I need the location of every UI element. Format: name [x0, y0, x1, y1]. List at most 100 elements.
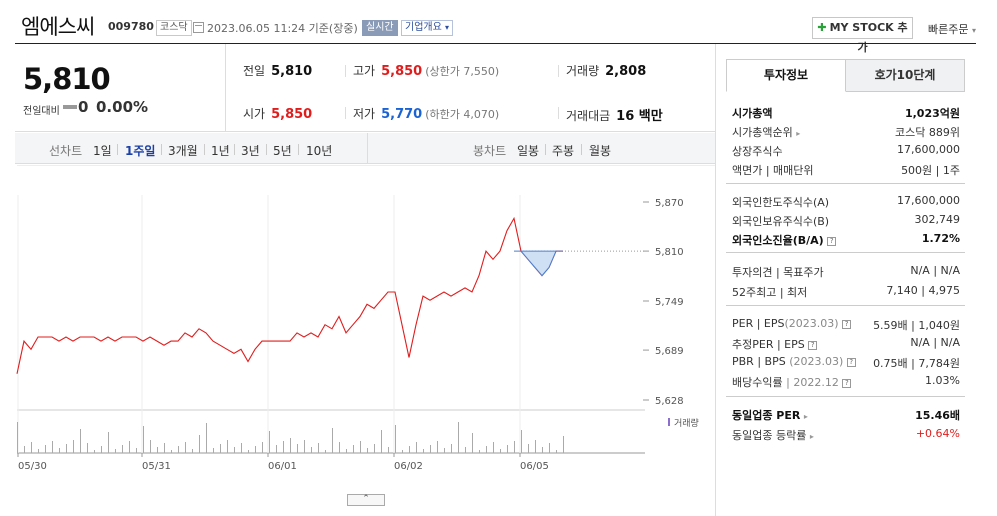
volume-bar	[227, 440, 228, 453]
volume-bar	[59, 448, 60, 453]
add-mystock-button[interactable]: ✚ MY STOCK 추가	[812, 17, 913, 54]
help-icon[interactable]: ?	[842, 379, 852, 388]
tab-3m[interactable]: 3개월	[168, 142, 198, 159]
chart-collapse-button[interactable]: ⌃	[347, 494, 385, 506]
volume-bar	[171, 450, 172, 453]
corp-info-dropdown[interactable]: 기업개요 ▾	[401, 20, 454, 36]
volume-bar	[269, 431, 270, 453]
panel-divider	[715, 44, 716, 516]
tab-1w[interactable]: 1주일	[125, 142, 155, 159]
volume-bar	[108, 432, 109, 453]
stock-header: 엠에스씨 009780 코스닥 2023.06.05 11:24 기준(장중) …	[0, 0, 997, 54]
volume-bar	[164, 443, 165, 453]
stock-code: 009780	[108, 20, 154, 33]
chevron-up-icon: ⌃	[362, 494, 370, 504]
price-panel: 5,810 전일대비 0 0.00% 전일 5,810 시가 5,850 고가 5,8…	[15, 44, 715, 132]
volume-bar	[451, 444, 452, 453]
industry-per-row[interactable]: 동일업종 PER ▸ 15.46배	[732, 407, 960, 423]
cell-divider	[345, 107, 346, 119]
volume-bar	[353, 445, 354, 453]
volume-bar	[395, 425, 396, 453]
per-row: PER | EPS(2023.03) ? 5.59배 | 1,040원	[732, 317, 960, 332]
chevron-right-icon: ▸	[803, 412, 808, 421]
volume-bar	[290, 438, 291, 453]
volume-legend-swatch	[668, 418, 670, 426]
x-tick-label: 05/31	[142, 461, 171, 472]
tab-5y[interactable]: 5년	[273, 142, 292, 159]
industry-change-row[interactable]: 동일업종 등락률 ▸ +0.64%	[732, 427, 960, 443]
tab-monthly[interactable]: 월봉	[589, 142, 611, 159]
volume-bar	[297, 444, 298, 453]
tab-daily[interactable]: 일봉	[517, 142, 539, 159]
y-tick-label: 5,689	[655, 346, 684, 357]
tab-1d[interactable]: 1일	[93, 142, 112, 159]
candle-chart-label: 봉차트	[473, 144, 507, 158]
foreign-limit-row: 외국인한도주식수(A) 17,600,000	[732, 194, 960, 209]
volume-bar	[479, 450, 480, 453]
volume-bar	[325, 450, 326, 453]
volume-bar	[143, 426, 144, 453]
tab-orderbook[interactable]: 호가10단계	[845, 59, 965, 92]
prev-close: 전일 5,810	[243, 64, 313, 79]
low-price: 저가 5,770 (하한가 4,070)	[353, 107, 500, 122]
volume-bar	[24, 446, 25, 453]
cell-divider	[345, 65, 346, 77]
volume: 거래량 2,808	[566, 64, 647, 79]
volume-bar	[234, 447, 235, 453]
volume-legend-label: 거래량	[674, 417, 699, 429]
volume-bar	[563, 436, 564, 453]
help-icon[interactable]: ?	[846, 358, 856, 367]
x-tick-label: 05/30	[18, 461, 47, 472]
volume-bar	[199, 435, 200, 453]
tab-1y[interactable]: 1년	[211, 142, 230, 159]
cell-divider	[558, 107, 559, 119]
volume-bar	[458, 422, 459, 453]
flat-icon	[63, 105, 77, 109]
volume-bar	[52, 441, 53, 453]
volume-bar	[486, 446, 487, 453]
volume-bar	[430, 445, 431, 453]
help-icon[interactable]: ?	[842, 320, 852, 329]
help-icon[interactable]: ?	[827, 237, 837, 246]
pbr-row: PBR | BPS (2023.03) ? 0.75배 | 7,784원	[732, 355, 960, 370]
volume-bar	[367, 448, 368, 453]
high-price: 고가 5,850 (상한가 7,550)	[353, 64, 500, 79]
price-chart-svg: 05/30 05/31 06/01 06/02 06/05 5,870 5,810 5,749…	[16, 164, 715, 472]
volume-bar	[255, 446, 256, 453]
chevron-down-icon: ▾	[971, 26, 976, 35]
volume-bar	[136, 448, 137, 453]
volume-bar	[213, 448, 214, 453]
volume-bar	[416, 442, 417, 453]
quick-order-button[interactable]: 빠른주문 ▾	[928, 21, 976, 37]
volume-bar	[87, 443, 88, 453]
tab-investment-info[interactable]: 투자정보	[726, 59, 846, 92]
volume-bar	[472, 433, 473, 453]
volume-bar	[549, 443, 550, 453]
volume-bar	[535, 440, 536, 453]
stock-name: 엠에스씨	[21, 15, 95, 39]
quote-datetime: 2023.06.05 11:24 기준(장중)	[207, 22, 358, 35]
volume-bar	[542, 447, 543, 453]
change-label: 전일대비	[23, 106, 60, 117]
price-chart[interactable]: 05/30 05/31 06/01 06/02 06/05 5,870 5,810 5,749…	[15, 164, 715, 490]
tab-10y[interactable]: 10년	[306, 142, 332, 159]
tab-weekly[interactable]: 주봉	[552, 142, 574, 159]
volume-bar	[423, 449, 424, 453]
add-mystock-label: MY STOCK 추가	[829, 21, 908, 54]
week52-row: 52주최고 | 최저 7,140 | 4,975	[732, 284, 960, 299]
change-value: 0	[78, 98, 89, 116]
realtime-badge[interactable]: 실시간	[362, 20, 398, 36]
mktcap-rank-row[interactable]: 시가총액순위 ▸ 코스닥 889위	[732, 124, 960, 140]
volume-bar	[276, 445, 277, 453]
volume-bar	[220, 444, 221, 453]
tab-3y[interactable]: 3년	[241, 142, 260, 159]
opinion-row: 투자의견 | 목표주가 N/A | N/A	[732, 264, 960, 279]
volume-bar	[17, 422, 18, 453]
volume-bar	[493, 442, 494, 453]
est-per-row: 추정PER | EPS ? N/A | N/A	[732, 336, 960, 351]
volume-bar	[157, 447, 158, 453]
help-icon[interactable]: ?	[808, 341, 818, 350]
volume-bar	[311, 447, 312, 453]
current-price: 5,810	[23, 62, 111, 96]
volume-bar	[346, 449, 347, 453]
